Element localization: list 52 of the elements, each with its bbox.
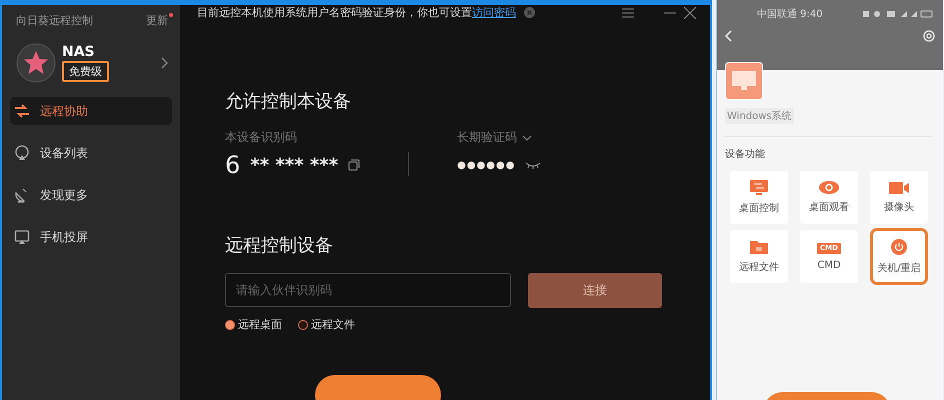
- menu-icon[interactable]: [622, 8, 634, 18]
- account-name: NAS: [62, 44, 95, 60]
- function-tile[interactable]: 桌面控制: [730, 171, 788, 224]
- function-tile[interactable]: 关机/重启: [870, 228, 928, 285]
- sidebar-item[interactable]: 手机投屏: [10, 223, 172, 251]
- avatar-icon[interactable]: [16, 43, 56, 83]
- device-id-masked: ** *** ***: [250, 154, 338, 176]
- close-notice-icon[interactable]: [524, 7, 535, 18]
- chevron-right-icon[interactable]: [160, 57, 168, 69]
- radio-button[interactable]: [298, 320, 308, 330]
- field-label: 长期验证码: [457, 129, 518, 146]
- sidebar-item[interactable]: 远程协助: [10, 97, 172, 125]
- sidebar-item[interactable]: 发现更多: [10, 181, 172, 209]
- partner-id-input[interactable]: 请输入伙伴识别码: [225, 273, 511, 307]
- section-title: 允许控制本设备: [225, 90, 352, 113]
- verification-code-masked: ●●●●●●: [457, 160, 516, 170]
- screen-icon: [14, 229, 30, 245]
- access-password-link[interactable]: 访问密码: [472, 6, 516, 19]
- settings-icon[interactable]: [923, 30, 935, 42]
- function-tile[interactable]: 摄像头: [870, 171, 928, 224]
- device-id-digit: 6: [225, 151, 240, 179]
- minimize-icon[interactable]: [664, 12, 676, 14]
- eye-icon: [819, 181, 839, 194]
- connect-button[interactable]: 连接: [528, 273, 662, 308]
- close-icon[interactable]: [684, 6, 696, 18]
- update-link[interactable]: 更新: [146, 12, 168, 28]
- section-label: 设备功能: [725, 148, 765, 161]
- monitor-icon: [725, 62, 763, 100]
- back-icon[interactable]: [725, 30, 732, 42]
- function-tile[interactable]: 远程文件: [730, 230, 788, 283]
- device-icon: [14, 145, 30, 161]
- remote-desktop-icon: [750, 180, 768, 195]
- power-icon: [891, 238, 907, 254]
- status-icons-drawing: [863, 10, 933, 18]
- sidebar-item[interactable]: 设备列表: [10, 139, 172, 167]
- copy-icon[interactable]: [348, 159, 360, 171]
- folder-icon: [750, 240, 768, 254]
- radio-button[interactable]: [225, 320, 235, 330]
- tier-badge: 免费级: [62, 61, 109, 82]
- os-tag: Windows系统: [725, 108, 794, 124]
- video-camera-icon: [889, 182, 909, 194]
- closed-eye-icon[interactable]: [525, 161, 542, 169]
- radio-label[interactable]: 远程桌面: [238, 317, 282, 332]
- swap-arrows-icon: [14, 103, 30, 119]
- function-tile[interactable]: 桌面观看: [800, 171, 858, 224]
- app-title: 向日葵远程控制: [16, 12, 93, 28]
- notice-text: 目前远控本机使用系统用户名密码验证身份，你也可设置访问密码: [197, 5, 516, 20]
- carrier-time: 中国联通 9:40: [757, 8, 823, 21]
- field-label: 本设备识别码: [225, 129, 298, 146]
- section-title: 远程控制设备: [225, 234, 334, 257]
- radio-label[interactable]: 远程文件: [311, 317, 355, 332]
- chevron-down-icon[interactable]: [522, 134, 532, 140]
